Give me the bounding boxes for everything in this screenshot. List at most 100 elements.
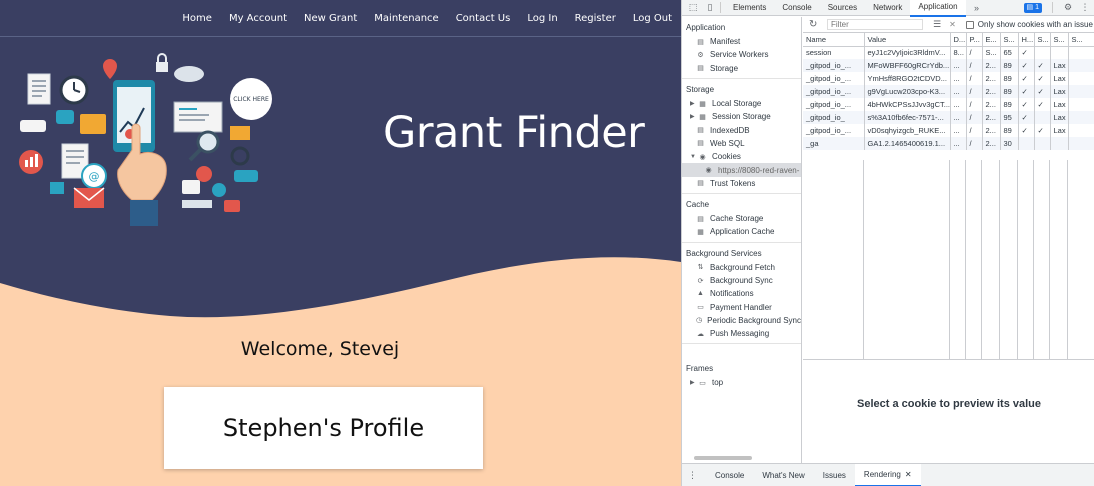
- sidebar-item-storage[interactable]: ▤ Storage: [682, 62, 801, 75]
- sidebar-item-notifications[interactable]: ▲ Notifications: [682, 287, 801, 300]
- drawer-tab-issues[interactable]: Issues: [814, 465, 855, 486]
- column-header[interactable]: S...: [1034, 33, 1051, 47]
- expand-arrow-icon[interactable]: ▶: [690, 379, 696, 386]
- sidebar-section-title: Frames: [686, 364, 714, 374]
- tab-sources[interactable]: Sources: [820, 0, 865, 16]
- column-header[interactable]: Value: [864, 33, 951, 47]
- sidebar-section-title: Storage: [686, 84, 715, 94]
- drawer-tab-rendering[interactable]: Rendering ✕: [854, 463, 921, 486]
- column-header[interactable]: S...: [1000, 33, 1019, 47]
- drawer-tab-label: Rendering: [863, 469, 901, 479]
- refresh-icon[interactable]: ↻: [809, 19, 821, 30]
- sidebar-item-cookie-origin[interactable]: ◉ https://8080-red-raven-: [682, 163, 801, 177]
- sidebar-item-payment-handler[interactable]: ▭ Payment Handler: [682, 300, 801, 313]
- nav-my-account-link[interactable]: My Account: [229, 13, 287, 24]
- nav-home-link[interactable]: Home: [182, 13, 212, 24]
- tab-console[interactable]: Console: [774, 0, 819, 16]
- table-row[interactable]: session eyJ1c2VyIjoic3RldmV... 8... / S... 65…: [803, 46, 1094, 59]
- table-cell: Lax: [1050, 124, 1069, 137]
- table-row[interactable]: _gitpod_io_ s%3A10fb6fec-7571-....../2...…: [803, 111, 1094, 124]
- issues-badge[interactable]: ▤ 1: [1023, 2, 1042, 13]
- table-row[interactable]: _ga GA1.2.1465400619.1....../2... 30: [803, 137, 1094, 150]
- expand-arrow-icon[interactable]: ▶: [690, 113, 696, 120]
- database-icon: ▤: [697, 65, 704, 73]
- tab-elements[interactable]: Elements: [725, 0, 774, 16]
- database-icon: ▤: [697, 127, 704, 135]
- nav-register-link[interactable]: Register: [575, 13, 616, 24]
- cookie-icon: ◉: [699, 153, 706, 161]
- column-divider: [982, 160, 1000, 360]
- table-header-row: Name Value D... P... E... S... H... S... S... S..…: [803, 33, 1094, 47]
- nav-contact-us-link[interactable]: Contact Us: [456, 13, 511, 24]
- column-header[interactable]: E...: [982, 33, 1001, 47]
- sidebar-item-cache-storage[interactable]: ▤ Cache Storage: [682, 212, 801, 225]
- gear-icon[interactable]: ⚙: [1062, 2, 1074, 14]
- table-cell: [1034, 46, 1051, 59]
- sidebar-item-manifest[interactable]: ▤ Manifest: [682, 35, 801, 48]
- drawer-menu-icon[interactable]: ⋮: [688, 470, 697, 481]
- drawer-tab-whats-new[interactable]: What's New: [753, 465, 813, 486]
- table-row[interactable]: _gitpod_io_... vD0sqhyizgcb_RUKE....../2.…: [803, 124, 1094, 137]
- kebab-menu-icon[interactable]: ⋮: [1079, 2, 1091, 14]
- drawer-tab-console[interactable]: Console: [706, 465, 753, 486]
- sidebar-item-cookies[interactable]: ▼ ◉ Cookies: [682, 150, 801, 163]
- table-cell: 89: [1000, 85, 1019, 98]
- table-cell: ✓: [1034, 98, 1051, 111]
- sidebar-item-trust-tokens[interactable]: ▤ Trust Tokens: [682, 177, 801, 190]
- close-icon[interactable]: ✕: [905, 470, 912, 479]
- table-row[interactable]: _gitpod_io_... g9VgLucw203cpo-K3....../2.…: [803, 85, 1094, 98]
- column-header[interactable]: S...: [1068, 33, 1094, 47]
- device-toolbar-icon[interactable]: ▯: [704, 2, 716, 14]
- column-header[interactable]: Name: [803, 33, 865, 47]
- tab-application[interactable]: Application: [910, 0, 966, 17]
- column-header[interactable]: H...: [1018, 33, 1035, 47]
- sidebar-item-frame-top[interactable]: ▶ ▭ top: [682, 376, 801, 389]
- only-issues-checkbox[interactable]: [965, 20, 974, 29]
- table-row[interactable]: _gitpod_io_... 4bHWkCPSsJJvv3gCT....../2.…: [803, 98, 1094, 111]
- scrollbar-thumb[interactable]: [694, 456, 752, 460]
- sidebar-item-local-storage[interactable]: ▶ ▦ Local Storage: [682, 97, 801, 110]
- delete-selected-icon[interactable]: ✕: [949, 20, 956, 29]
- nav-log-in-link[interactable]: Log In: [527, 13, 557, 24]
- table-cell: session: [803, 46, 865, 59]
- sidebar-item-service-workers[interactable]: ⚙ Service Workers: [682, 48, 801, 61]
- inspect-element-icon[interactable]: ⬚: [687, 2, 699, 14]
- table-cell: 2...: [982, 59, 1001, 72]
- table-cell: 2...: [982, 137, 1001, 150]
- cookies-panel: ↻ ☰ ✕ Only show cookies with an issue Na…: [803, 17, 1094, 463]
- more-tabs-icon[interactable]: »: [971, 2, 983, 14]
- sidebar-horizontal-scrollbar[interactable]: [686, 455, 798, 460]
- sidebar-item-background-sync[interactable]: ⟳ Background Sync: [682, 274, 801, 287]
- hero-illustration: CLICK HERE @: [19, 53, 272, 226]
- sidebar-item-web-sql[interactable]: ▤ Web SQL: [682, 137, 801, 150]
- table-row[interactable]: _gitpod_io_... YmHsff8RGO2tCDVD....../2..…: [803, 72, 1094, 85]
- table-cell: 89: [1000, 59, 1019, 72]
- table-cell: Lax: [1050, 72, 1069, 85]
- column-header[interactable]: S...: [1050, 33, 1069, 47]
- only-issues-label: Only show cookies with an issue: [977, 20, 1093, 29]
- table-cell: 2...: [982, 124, 1001, 137]
- table-row[interactable]: _gitpod_io_... MFoWBFF60gRCrYdb....../2..…: [803, 59, 1094, 72]
- table-cell: /: [966, 59, 983, 72]
- sidebar-item-session-storage[interactable]: ▶ ▦ Session Storage: [682, 110, 801, 123]
- tab-network[interactable]: Network: [865, 0, 910, 16]
- expand-arrow-icon[interactable]: ▶: [690, 100, 696, 107]
- sidebar-item-push-messaging[interactable]: ☁ Push Messaging: [682, 327, 801, 340]
- table-cell: [1068, 85, 1094, 98]
- cookie-filter-input[interactable]: [827, 19, 923, 30]
- nav-maintenance-link[interactable]: Maintenance: [374, 13, 438, 24]
- column-header[interactable]: P...: [966, 33, 983, 47]
- nav-log-out-link[interactable]: Log Out: [633, 13, 672, 24]
- table-cell: S...: [982, 46, 1001, 59]
- database-icon: ▤: [697, 215, 704, 223]
- sidebar-item-indexeddb[interactable]: ▤ IndexedDB: [682, 123, 801, 136]
- nav-new-grant-link[interactable]: New Grant: [304, 13, 357, 24]
- column-header[interactable]: D...: [950, 33, 967, 47]
- sidebar-item-background-fetch[interactable]: ⇅ Background Fetch: [682, 261, 801, 274]
- sidebar-item-periodic-background-sync[interactable]: ◷ Periodic Background Sync: [682, 314, 801, 327]
- collapse-arrow-icon[interactable]: ▼: [690, 154, 696, 160]
- table-cell: g9VgLucw203cpo-K3...: [864, 85, 951, 98]
- profile-card[interactable]: Stephen's Profile: [164, 387, 483, 469]
- clear-all-cookies-icon[interactable]: ☰: [933, 19, 941, 30]
- sidebar-item-application-cache[interactable]: ▦ Application Cache: [682, 225, 801, 238]
